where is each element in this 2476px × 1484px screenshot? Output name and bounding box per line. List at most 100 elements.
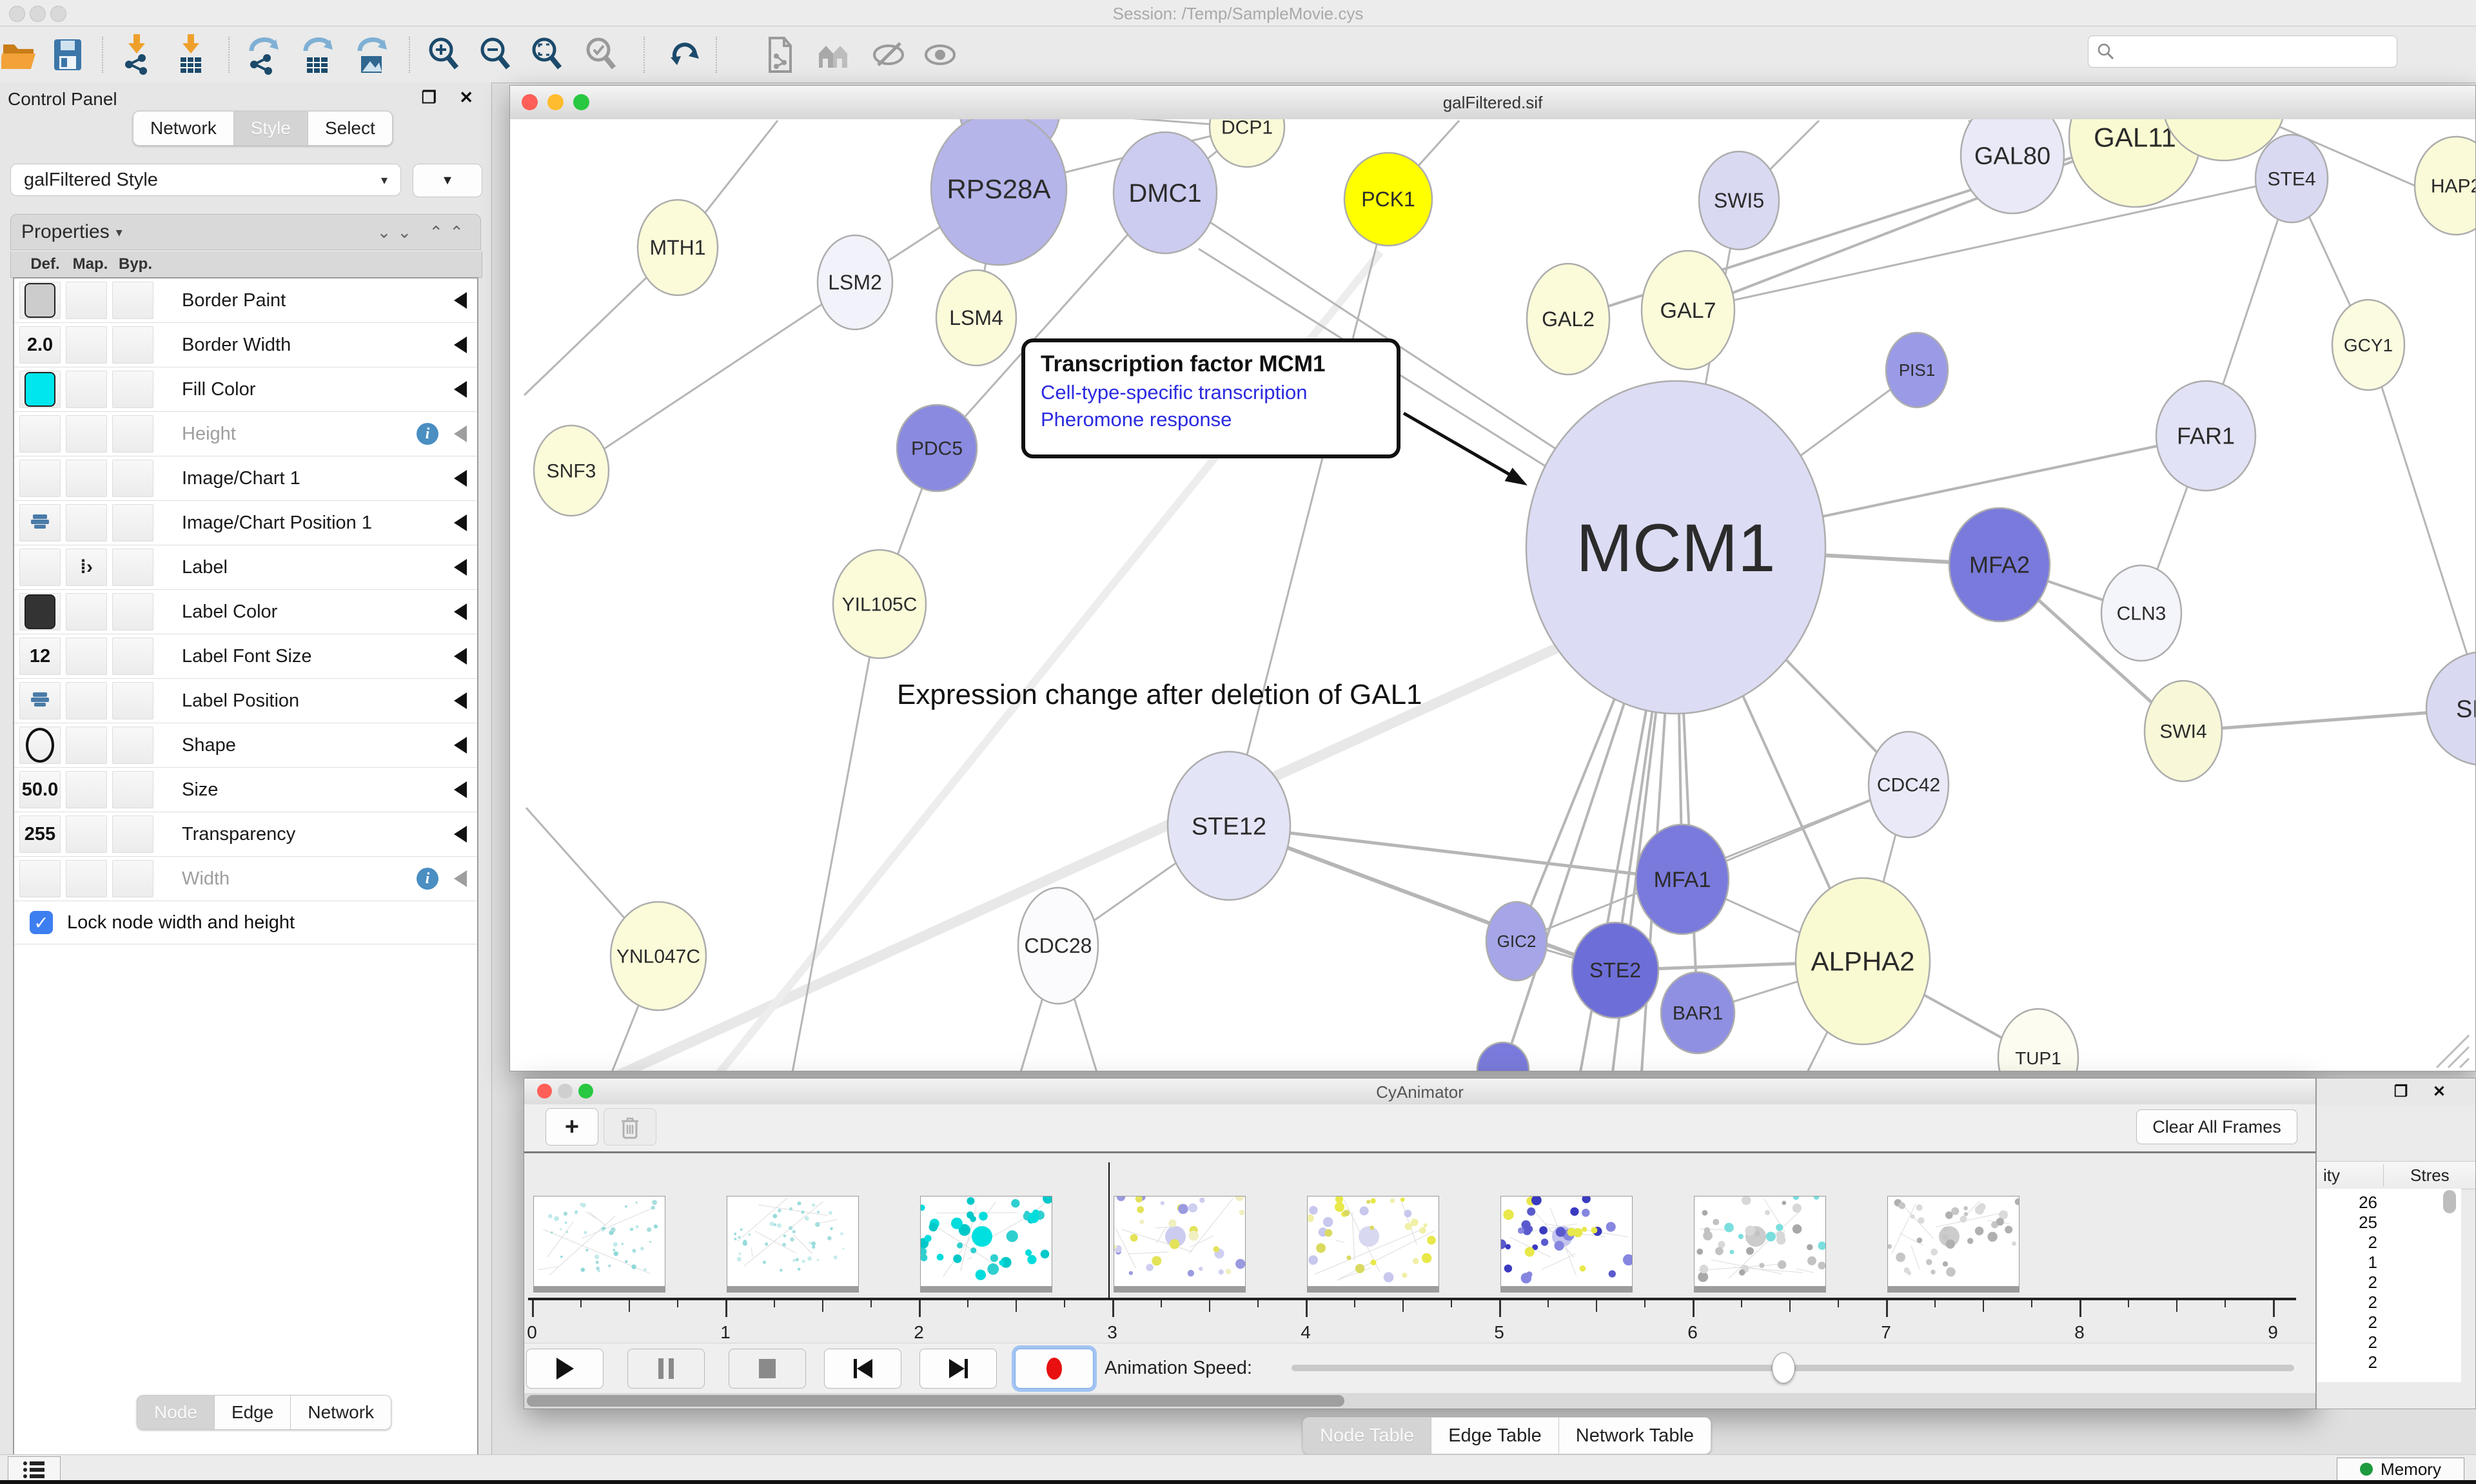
network-edge[interactable] — [792, 604, 879, 1071]
bypass-cell[interactable] — [112, 326, 153, 364]
expand-collapse-icons[interactable]: ⌄⌄ ⌃⌃ — [377, 222, 470, 242]
mapping-cell[interactable] — [66, 860, 107, 897]
scrollbar-thumb[interactable] — [527, 1395, 1344, 1407]
zoom-in-icon[interactable] — [424, 34, 463, 75]
default-value-cell[interactable] — [19, 371, 61, 408]
export-network-icon[interactable] — [760, 34, 798, 75]
tab-node[interactable]: Node — [137, 1395, 215, 1430]
new-table-icon[interactable] — [298, 34, 337, 75]
bypass-cell[interactable] — [112, 282, 153, 319]
table-cell-value[interactable]: 2 — [2319, 1333, 2377, 1352]
info-icon[interactable]: i — [417, 423, 438, 445]
tab-network-bottom[interactable]: Network — [291, 1395, 391, 1430]
resize-grip-icon[interactable] — [2460, 1059, 2469, 1068]
new-network-icon[interactable] — [244, 34, 282, 75]
expand-arrow-icon[interactable] — [454, 737, 467, 754]
property-row-label[interactable]: ⁞›Label — [14, 545, 477, 590]
bypass-cell[interactable] — [112, 593, 153, 630]
mapping-cell[interactable] — [66, 771, 107, 808]
tab-style[interactable]: Style — [234, 111, 308, 146]
expand-arrow-icon[interactable] — [454, 514, 467, 531]
tab-network-table[interactable]: Network Table — [1559, 1417, 1711, 1454]
frame-thumbnail-1[interactable] — [727, 1196, 859, 1293]
expand-arrow-icon[interactable] — [454, 870, 467, 887]
frame-thumbnail-6[interactable] — [1694, 1196, 1826, 1293]
bypass-cell[interactable] — [112, 460, 153, 497]
table-cell-value[interactable]: 2 — [2319, 1313, 2377, 1333]
mapping-cell[interactable] — [66, 727, 107, 764]
mapping-cell[interactable] — [66, 460, 107, 497]
expand-arrow-icon[interactable] — [454, 292, 467, 309]
expand-arrow-icon[interactable] — [454, 781, 467, 798]
bypass-cell[interactable] — [112, 415, 153, 453]
bypass-cell[interactable] — [112, 860, 153, 897]
clear-all-frames-button[interactable]: Clear All Frames — [2136, 1109, 2297, 1144]
memory-button[interactable]: Memory — [2337, 1458, 2464, 1481]
pause-button[interactable] — [627, 1349, 705, 1389]
search-input[interactable] — [2088, 35, 2397, 68]
property-row-size[interactable]: 50.0Size — [14, 768, 477, 812]
record-button[interactable] — [1015, 1349, 1094, 1389]
mapping-cell[interactable] — [66, 593, 107, 630]
table-cell-value[interactable]: 2 — [2319, 1352, 2377, 1372]
table-header[interactable]: ity Stres — [2317, 1161, 2475, 1189]
playhead[interactable] — [1108, 1162, 1110, 1299]
tab-edge[interactable]: Edge — [215, 1395, 291, 1430]
property-row-width[interactable]: Widthi — [14, 857, 477, 901]
default-value-cell[interactable]: 50.0 — [19, 771, 61, 808]
import-network-icon[interactable] — [117, 34, 156, 75]
mapping-cell[interactable] — [66, 326, 107, 364]
mapping-cell[interactable] — [66, 638, 107, 675]
network-overview-icon[interactable] — [814, 34, 852, 75]
property-row-fill-color[interactable]: Fill Color — [14, 367, 477, 412]
mapping-cell[interactable]: ⁞› — [66, 549, 107, 586]
default-value-cell[interactable] — [19, 593, 61, 630]
bypass-cell[interactable] — [112, 504, 153, 542]
expand-arrow-icon[interactable] — [454, 425, 467, 442]
hide-panel-icon[interactable] — [869, 34, 908, 75]
mapping-cell[interactable] — [66, 415, 107, 453]
table-cell-value[interactable]: 1 — [2319, 1253, 2377, 1273]
zoom-selected-icon[interactable] — [582, 34, 620, 75]
annotation-link-1[interactable]: Cell-type-specific transcription — [1041, 381, 1381, 404]
property-row-border-paint[interactable]: Border Paint — [14, 278, 477, 323]
task-list-button[interactable] — [8, 1456, 61, 1482]
frame-thumbnail-3[interactable] — [1114, 1196, 1246, 1293]
property-row-border-width[interactable]: 2.0Border Width — [14, 323, 477, 367]
default-value-cell[interactable] — [19, 727, 61, 764]
expand-arrow-icon[interactable] — [454, 381, 467, 398]
default-value-cell[interactable]: 255 — [19, 815, 61, 853]
property-row-image-chart-position-1[interactable]: Image/Chart Position 1 — [14, 501, 477, 545]
resize-grip-icon[interactable] — [2448, 1047, 2469, 1068]
annotation-box[interactable]: Transcription factor MCM1 Cell-type-spec… — [1021, 338, 1400, 458]
network-node-partial[interactable] — [1477, 1042, 1529, 1071]
column-header-stress[interactable]: Stres — [2410, 1166, 2450, 1186]
network-edge[interactable] — [571, 282, 855, 471]
play-button[interactable] — [526, 1349, 604, 1389]
lock-checkbox[interactable]: ✓ — [30, 911, 53, 934]
property-row-label-position[interactable]: Label Position — [14, 679, 477, 723]
property-row-shape[interactable]: Shape — [14, 723, 477, 768]
frame-thumbnail-4[interactable] — [1307, 1196, 1439, 1293]
expand-arrow-icon[interactable] — [454, 470, 467, 487]
save-session-icon[interactable] — [48, 34, 86, 75]
column-divider[interactable] — [2383, 1164, 2384, 1186]
timeline-scrollbar[interactable] — [524, 1393, 2315, 1409]
property-row-label-color[interactable]: Label Color — [14, 590, 477, 634]
speed-slider-thumb[interactable] — [1772, 1352, 1795, 1383]
expand-arrow-icon[interactable] — [454, 337, 467, 353]
table-scrollbar-thumb[interactable] — [2443, 1190, 2456, 1213]
table-cell-value[interactable]: 2 — [2319, 1293, 2377, 1313]
mapping-cell[interactable] — [66, 682, 107, 719]
new-image-icon[interactable] — [352, 34, 391, 75]
expand-arrow-icon[interactable] — [454, 559, 467, 576]
mapping-cell[interactable] — [66, 815, 107, 853]
table-cell-value[interactable]: 2 — [2319, 1273, 2377, 1293]
mapping-cell[interactable] — [66, 371, 107, 408]
expand-arrow-icon[interactable] — [454, 603, 467, 620]
delete-frame-button[interactable] — [604, 1108, 656, 1146]
stop-button[interactable] — [729, 1349, 806, 1389]
tab-select[interactable]: Select — [308, 111, 393, 146]
open-session-icon[interactable] — [0, 34, 39, 75]
skip-to-start-button[interactable] — [824, 1349, 901, 1389]
